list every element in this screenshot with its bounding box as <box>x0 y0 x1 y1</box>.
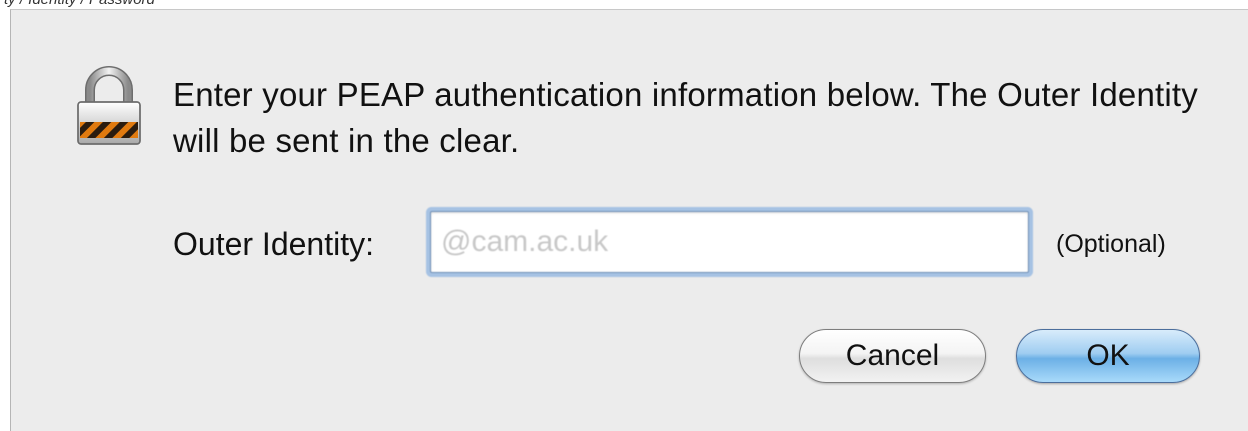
cancel-button[interactable]: Cancel <box>799 329 986 383</box>
lock-icon <box>77 66 141 145</box>
ok-button[interactable]: OK <box>1016 329 1200 383</box>
ok-button-label: OK <box>1086 339 1130 372</box>
dialog-message: Enter your PEAP authentication informati… <box>173 76 1198 159</box>
outer-identity-input[interactable] <box>430 211 1029 273</box>
screen: ty / Identity / Password Enter you <box>0 0 1248 431</box>
optional-hint: (Optional) <box>1056 230 1166 258</box>
background-window-text: ty / Identity / Password <box>4 0 155 8</box>
cancel-button-label: Cancel <box>845 339 940 372</box>
outer-identity-label: Outer Identity: <box>173 226 374 262</box>
